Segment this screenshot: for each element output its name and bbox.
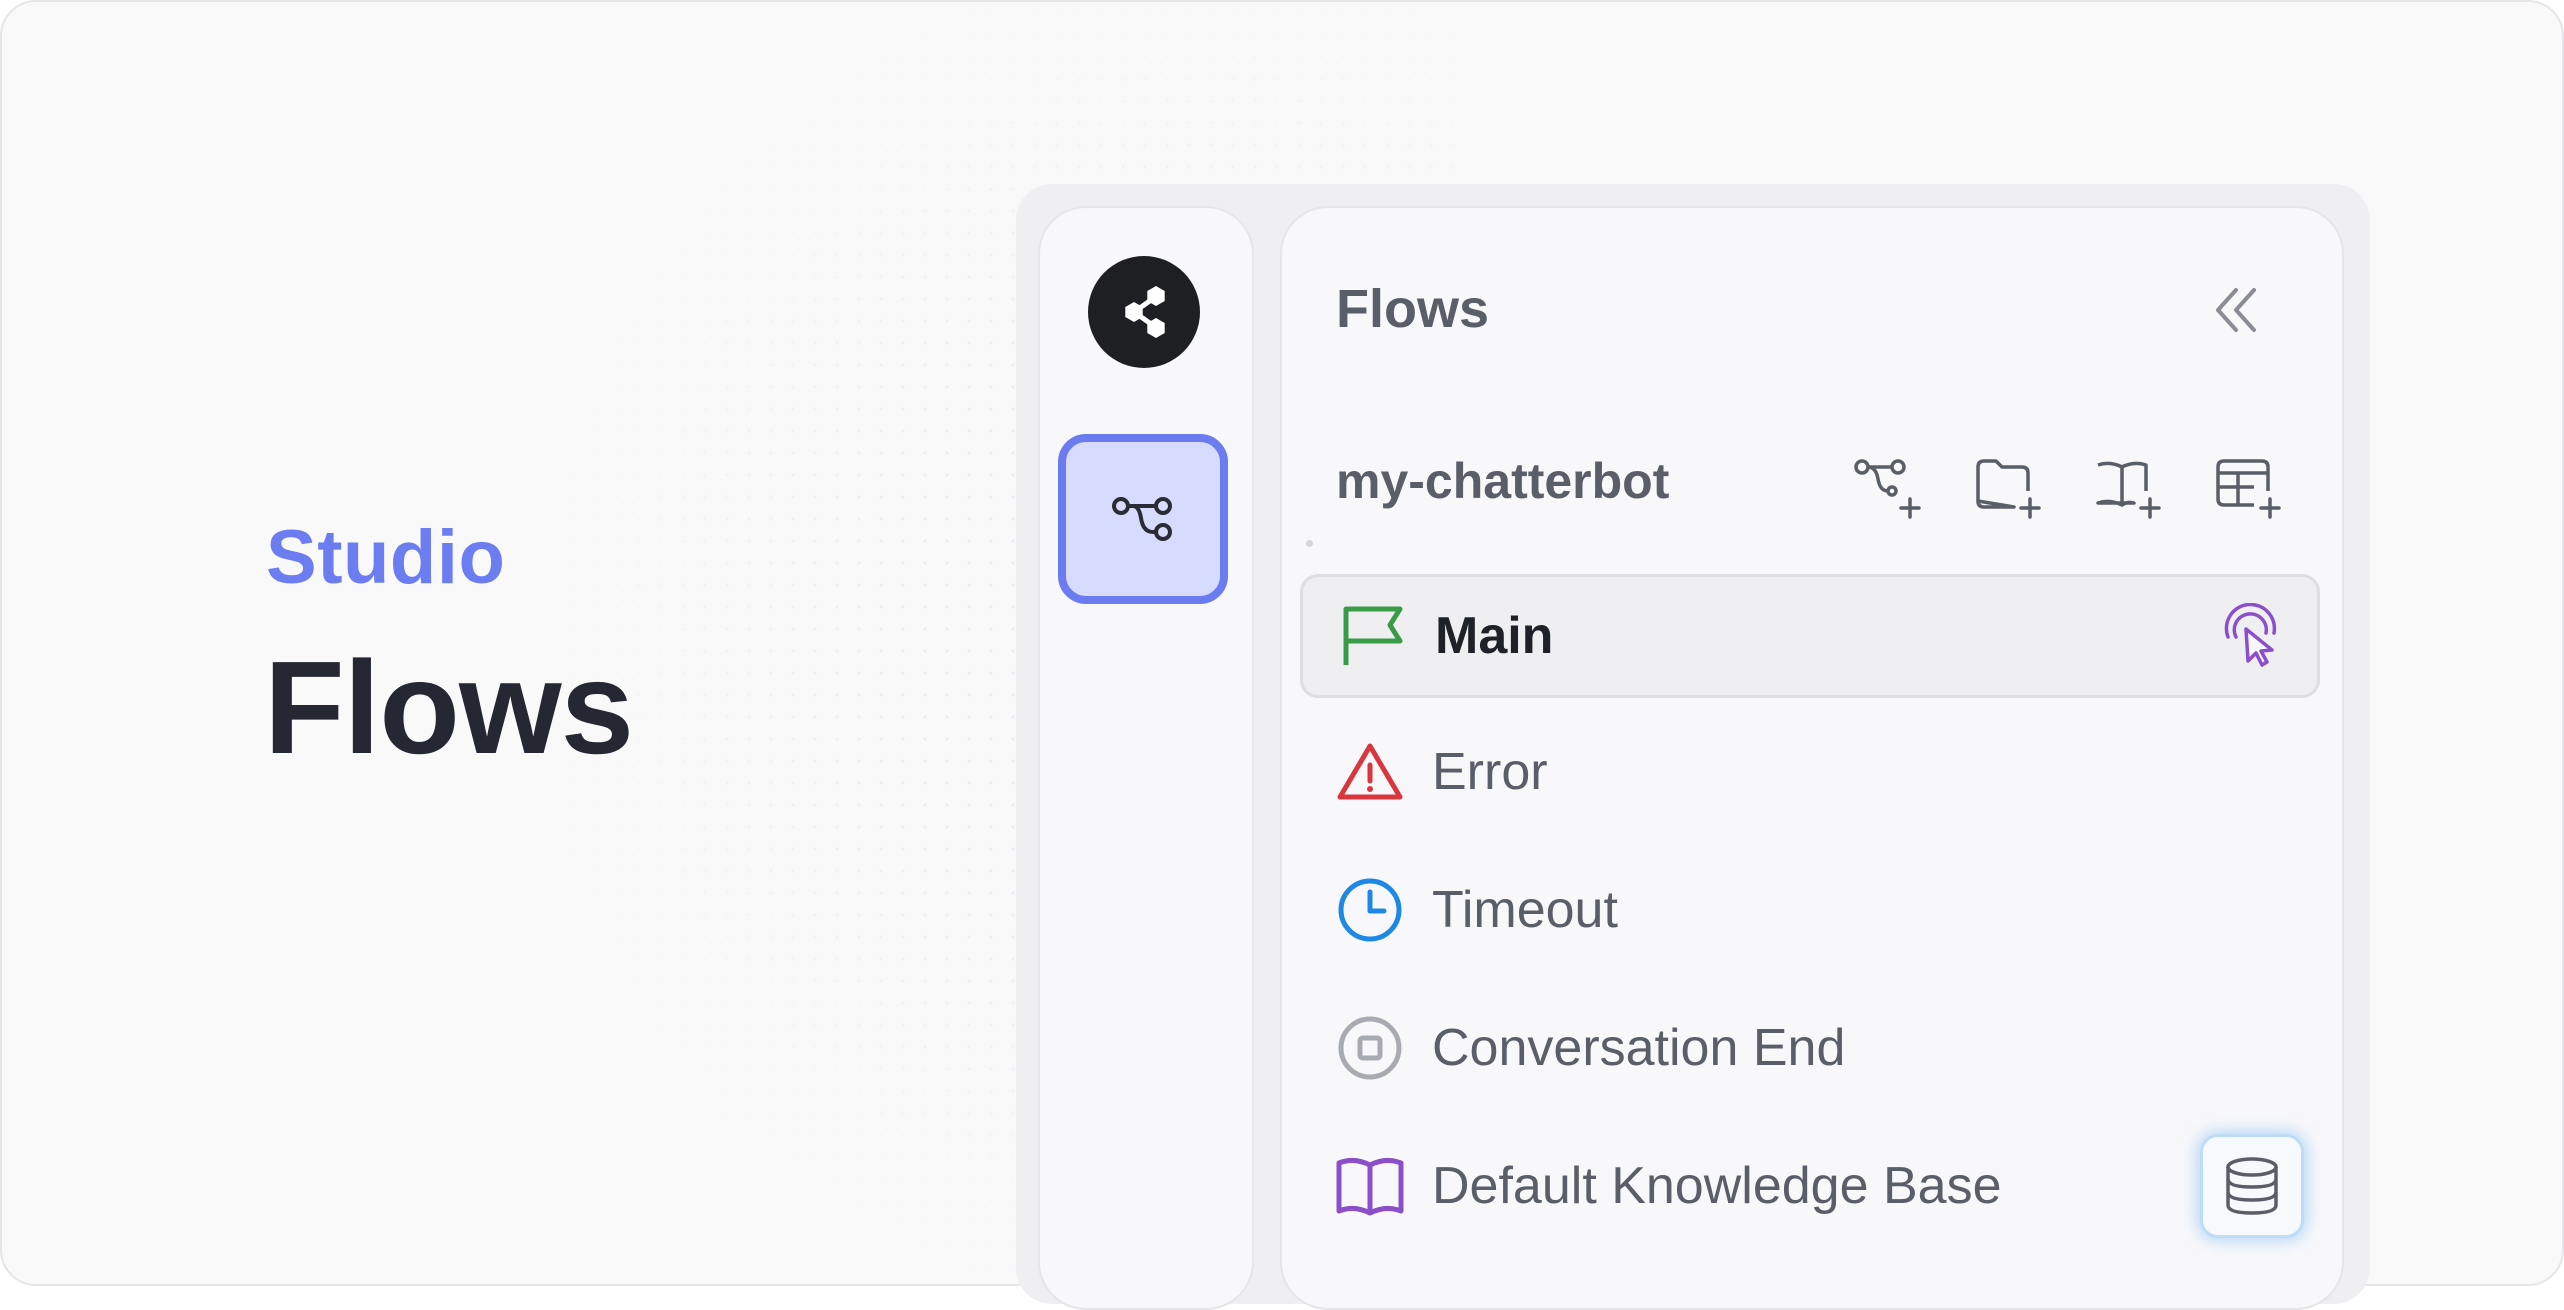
flag-icon	[1335, 598, 1411, 674]
pointer-click-icon	[2224, 603, 2277, 667]
flow-item-label: Conversation End	[1432, 1019, 1846, 1077]
database-icon	[2226, 1157, 2278, 1215]
add-knowledge-base-icon	[2096, 461, 2161, 519]
app-logo[interactable]	[1088, 256, 1200, 368]
add-knowledge-base-button[interactable]	[2092, 456, 2164, 520]
nav-rail	[1038, 206, 1254, 1310]
add-flow-button[interactable]	[1852, 456, 1924, 520]
stop-circle-icon	[1332, 1010, 1408, 1086]
flow-item-conversation-end[interactable]: Conversation End	[1300, 986, 2320, 1110]
book-open-icon	[1332, 1148, 1408, 1224]
flow-item-error[interactable]: Error	[1300, 710, 2320, 834]
warning-triangle-icon	[1332, 734, 1408, 810]
flow-item-label: Default Knowledge Base	[1432, 1157, 2002, 1215]
share-nodes-icon	[1125, 286, 1165, 338]
add-folder-icon	[1976, 459, 2041, 519]
project-name: my-chatterbot	[1336, 453, 1670, 509]
add-table-icon	[2216, 459, 2281, 519]
flow-item-timeout[interactable]: Timeout	[1300, 848, 2320, 972]
collapse-sidebar-button[interactable]	[2206, 280, 2266, 340]
hero-title: Flows	[264, 634, 634, 781]
flow-item-main[interactable]: Main	[1300, 574, 2320, 698]
add-flow-icon	[1854, 459, 1921, 519]
drag-indicator-dot	[1306, 540, 1313, 547]
knowledge-base-data-button[interactable]	[2200, 1134, 2304, 1238]
rail-item-flows[interactable]	[1058, 434, 1228, 604]
flow-item-label: Main	[1435, 607, 1554, 665]
double-chevron-left-icon	[2216, 288, 2256, 332]
flow-item-default-knowledge-base[interactable]: Default Knowledge Base	[1300, 1124, 2320, 1248]
add-folder-button[interactable]	[1972, 456, 2044, 520]
clock-icon	[1332, 872, 1408, 948]
entry-point-button[interactable]	[2209, 594, 2293, 678]
flow-item-label: Timeout	[1432, 881, 1618, 939]
flow-branch-icon	[1112, 497, 1172, 541]
flow-item-label: Error	[1432, 743, 1548, 801]
add-table-button[interactable]	[2212, 456, 2284, 520]
sidebar-title: Flows	[1336, 279, 1490, 339]
hero-eyebrow: Studio	[266, 515, 506, 600]
